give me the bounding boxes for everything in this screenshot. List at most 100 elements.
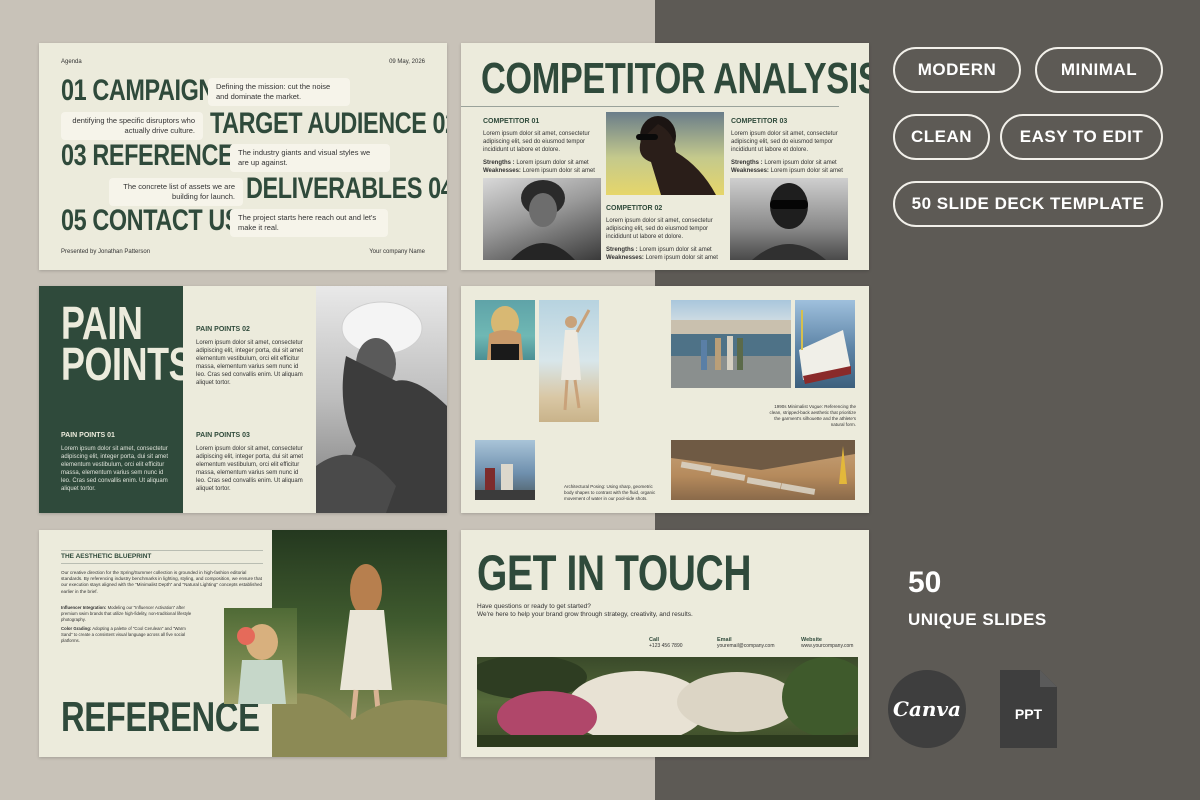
caption-architectural-posing: Architectural Posing: Using sharp, geome… [564, 484, 656, 502]
aesthetic-divider-top [61, 550, 263, 551]
color-grading-label: Color Grading: [61, 626, 92, 631]
color-grading-paragraph: Color Grading: Adopting a palette of "Co… [61, 626, 196, 643]
caption-minimalist-vogue: 1990s Minimalist Vogue: Referencing the … [769, 404, 856, 428]
competitor-01-block: COMPETITOR 01 Lorem ipsum dolor sit amet… [483, 118, 605, 175]
pain-point-03-block: PAIN POINTS 03 Lorem ipsum dolor sit ame… [196, 432, 308, 494]
competitor-02-block: COMPETITOR 02 Lorem ipsum dolor sit amet… [606, 205, 728, 262]
get-in-touch-title: GET IN TOUCH [477, 545, 752, 601]
grapefruit-figure-icon [237, 624, 286, 704]
title-divider [461, 106, 839, 107]
weakness-label: Weaknesses: [606, 255, 644, 262]
photo-woman-beach-dress [539, 300, 599, 422]
photo-portrait-curly-hair [483, 178, 601, 260]
agenda-item-title: DELIVERABLES 04 [246, 172, 447, 205]
influencer-paragraph: Influencer Integration: Modeling our "In… [61, 605, 196, 622]
competitor-02-strengths: Strengths : Lorem ipsum dolor sit amet [606, 246, 728, 254]
weakness-label: Weaknesses: [731, 168, 769, 175]
flower-bushes-icon [477, 657, 858, 747]
competitor-03-title: COMPETITOR 03 [731, 118, 788, 125]
beach-loungers-icon [671, 440, 855, 495]
weakness-text: Lorem ipsum dolor sit amet [770, 168, 843, 175]
agenda-item-title: 03 REFERENCES [61, 139, 249, 172]
strengths-text: Lorem ipsum dolor sit amet [764, 160, 837, 167]
agenda-header-left: Agenda [61, 59, 82, 65]
photo-woman-fur-hat [316, 286, 447, 513]
strengths-label: Strengths : [483, 160, 515, 167]
canva-logo: Canva [888, 670, 966, 748]
aesthetic-title: THE AESTHETIC BLUEPRINT [61, 553, 152, 560]
competitor-01-weaknesses: Weaknesses: Lorem ipsum dolor sit amet [483, 167, 605, 175]
contact-email: Email youremail@company.com [717, 637, 775, 650]
photo-waterfront-group [671, 300, 791, 388]
contact-call: Call +123 456 7890 [649, 637, 683, 650]
pain-points-title-line2: POINTS [61, 338, 193, 390]
photo-profile-sunglasses [606, 112, 724, 195]
agenda-item-title: TARGET AUDIENCE 02 [210, 107, 447, 140]
tag-easy-to-edit: EASY TO EDIT [1000, 114, 1163, 160]
pain-point-02-body: Lorem ipsum dolor sit amet, consectetur … [196, 340, 304, 387]
tag-50-slide-deck-template: 50 SLIDE DECK TEMPLATE [893, 181, 1163, 227]
slide-get-in-touch[interactable]: GET IN TOUCH Have questions or ready to … [461, 530, 869, 757]
agenda-footer-left: Presented by Jonathan Patterson [61, 249, 151, 255]
photo-fishermen [475, 440, 535, 500]
competitor-02-weaknesses: Weaknesses: Lorem ipsum dolor sit amet [606, 254, 728, 262]
aesthetic-paragraph: Our creative direction for the Spring/Su… [61, 570, 263, 594]
competitor-02-body: Lorem ipsum dolor sit amet, consectetur … [606, 218, 713, 241]
agenda-footer-right: Your company Name [369, 249, 425, 255]
pain-point-01-body: Lorem ipsum dolor sit amet, consectetur … [61, 446, 169, 493]
competitor-03-strengths: Strengths : Lorem ipsum dolor sit amet [731, 159, 853, 167]
portrait-figure-icon [511, 180, 575, 260]
photo-ferry-boat [795, 300, 855, 388]
get-in-touch-sub2: We're here to help your brand grow throu… [477, 611, 693, 618]
slide-pain-points[interactable]: PAIN POINTS PAIN POINTS 01 Lorem ipsum d… [39, 286, 447, 513]
slide-agenda[interactable]: Agenda 09 May, 2026 01 CAMPAIGN Defining… [39, 43, 447, 270]
weakness-label: Weaknesses: [483, 168, 521, 175]
photo-beach-loungers [671, 440, 855, 500]
strengths-text: Lorem ipsum dolor sit amet [516, 160, 589, 167]
photo-woman-grapefruit [224, 608, 297, 704]
weakness-text: Lorem ipsum dolor sit amet [522, 168, 595, 175]
strengths-text: Lorem ipsum dolor sit amet [639, 247, 712, 254]
strengths-label: Strengths : [731, 160, 763, 167]
pain-point-03-body: Lorem ipsum dolor sit amet, consectetur … [196, 446, 304, 493]
competitor-01-body: Lorem ipsum dolor sit amet, consectetur … [483, 131, 590, 154]
agenda-item-title: 05 CONTACT US [61, 204, 241, 237]
slide-count-label: UNIQUE SLIDES [908, 610, 1047, 629]
slide-photo-references[interactable]: 1990s Minimalist Vogue: Referencing the … [461, 286, 869, 513]
agenda-item-desc: The project starts here reach out and le… [230, 209, 388, 237]
photo-flower-garden [477, 657, 858, 747]
swimmer-figure-icon [487, 306, 523, 360]
competitor-02-title: COMPETITOR 02 [606, 205, 663, 212]
slide-competitor-analysis[interactable]: COMPETITOR ANALYSIS COMPETITOR 01 Lorem … [461, 43, 869, 270]
beach-figure-icon [561, 309, 591, 411]
email-value[interactable]: youremail@company.com [717, 643, 775, 650]
weakness-text: Lorem ipsum dolor sit amet [645, 255, 718, 262]
competitor-03-block: COMPETITOR 03 Lorem ipsum dolor sit amet… [731, 118, 853, 175]
photo-woman-pool-back [475, 300, 535, 360]
tag-clean: CLEAN [893, 114, 990, 160]
contact-website: Website www.yourcompany.com [801, 637, 853, 650]
pain-point-01-title: PAIN POINTS 01 [61, 432, 115, 439]
call-value: +123 456 7890 [649, 643, 683, 649]
competitor-01-title: COMPETITOR 01 [483, 118, 540, 125]
photo-man-sunglasses [730, 178, 848, 260]
pain-point-02-title: PAIN POINTS 02 [196, 326, 250, 333]
website-value[interactable]: www.yourcompany.com [801, 643, 853, 650]
waterfront-figures-icon [671, 320, 791, 388]
ppt-label: PPT [1014, 706, 1043, 722]
agenda-header-right: 09 May, 2026 [389, 59, 425, 65]
man-figure-icon [752, 183, 826, 260]
aesthetic-divider-bottom [61, 563, 263, 564]
agenda-item-desc: Defining the mission: cut the noise and … [208, 78, 350, 106]
field-figure-icon [272, 564, 447, 757]
canva-label: Canva [893, 697, 961, 721]
competitor-03-weaknesses: Weaknesses: Lorem ipsum dolor sit amet [731, 167, 853, 175]
woman-fur-hat-figure-icon [316, 301, 447, 513]
competitor-03-body: Lorem ipsum dolor sit amet, consectetur … [731, 131, 838, 154]
pain-point-02-block: PAIN POINTS 02 Lorem ipsum dolor sit ame… [196, 326, 308, 388]
agenda-item-desc: The industry giants and visual styles we… [230, 144, 390, 172]
slide-reference[interactable]: THE AESTHETIC BLUEPRINT Our creative dir… [39, 530, 447, 757]
photo-woman-field [272, 530, 447, 757]
pain-point-03-title: PAIN POINTS 03 [196, 432, 250, 439]
tag-modern: MODERN [893, 47, 1021, 93]
